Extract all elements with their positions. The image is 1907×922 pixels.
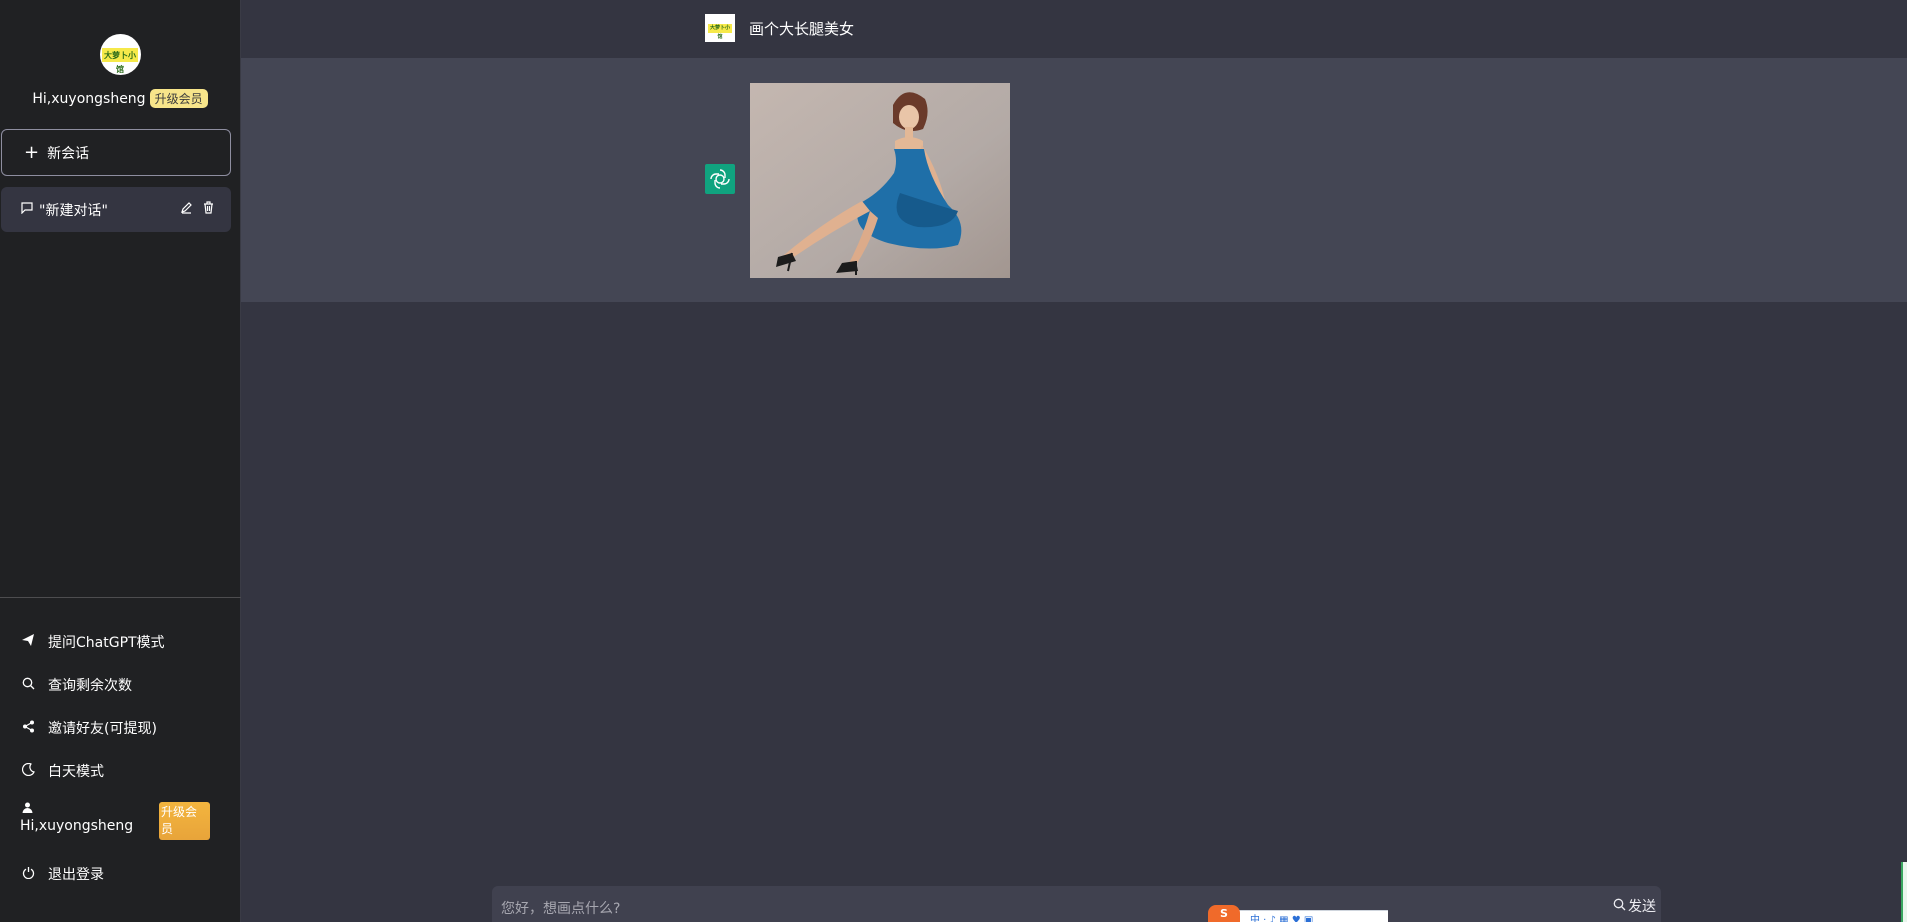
user-avatar: 大萝卜小馆 [705, 14, 735, 42]
edge-widget[interactable] [1901, 862, 1907, 922]
conversation-item[interactable]: "新建对话" [1, 187, 231, 232]
plus-icon: + [24, 141, 40, 163]
sidebar-divider [0, 597, 241, 598]
user-row: Hi,xuyongsheng 升级会员 [20, 802, 220, 842]
menu-day-mode-label: 白天模式 [48, 764, 104, 780]
send-button[interactable]: 发送 [1613, 896, 1656, 916]
user-avatar-text: 大萝卜小馆 [708, 23, 732, 40]
menu-ask-chatgpt-label: 提问ChatGPT模式 [48, 635, 165, 651]
paper-plane-icon [20, 633, 36, 651]
greeting-text: Hi,xuyongsheng [32, 90, 146, 107]
sidebar: 大萝卜小馆 Hi,xuyongsheng 升级会员 + 新会话 "新建对话" 提… [0, 0, 241, 922]
chatgpt-logo-icon [705, 164, 735, 194]
site-logo-text: 大萝卜小馆 [102, 47, 138, 74]
conversation-actions [180, 201, 215, 218]
search-icon [20, 677, 36, 694]
ime-toolbar-icons[interactable]: 中 · ♪ ▦ ♥ ▣ [1250, 911, 1313, 922]
share-icon [20, 720, 36, 737]
user-prompt: 画个大长腿美女 [749, 20, 855, 38]
menu-invite-friends-label: 邀请好友(可提现) [48, 721, 157, 737]
menu-query-remaining[interactable]: 查询剩余次数 [20, 675, 132, 695]
prompt-placeholder: 您好，想画点什么? [501, 901, 621, 917]
menu-query-remaining-label: 查询剩余次数 [48, 678, 132, 694]
menu-logout-label: 退出登录 [48, 867, 104, 883]
moon-icon [20, 762, 36, 780]
site-logo: 大萝卜小馆 [99, 34, 141, 75]
menu-logout[interactable]: 退出登录 [20, 864, 104, 884]
user-message-row: 大萝卜小馆 画个大长腿美女 [241, 0, 1907, 58]
greeting-row: Hi,xuyongsheng 升级会员 [0, 89, 240, 108]
chat-bubble-icon [21, 202, 33, 217]
menu-ask-chatgpt[interactable]: 提问ChatGPT模式 [20, 632, 165, 652]
profile-header: 大萝卜小馆 Hi,xuyongsheng 升级会员 [0, 0, 240, 108]
assistant-message-row [241, 58, 1907, 302]
conversation-title: "新建对话" [39, 202, 108, 219]
upgrade-button[interactable]: 升级会员 [159, 802, 210, 840]
user-icon [22, 802, 33, 816]
send-icon [1613, 898, 1626, 915]
menu-invite-friends[interactable]: 邀请好友(可提现) [20, 718, 157, 738]
vip-badge[interactable]: 升级会员 [149, 89, 208, 108]
send-label: 发送 [1628, 899, 1656, 915]
new-chat-label: 新会话 [47, 145, 90, 162]
menu-day-mode[interactable]: 白天模式 [20, 761, 104, 781]
prompt-input[interactable]: 您好，想画点什么? 发送 [492, 886, 1661, 922]
edit-icon[interactable] [180, 201, 193, 218]
power-icon [20, 866, 36, 883]
trash-icon[interactable] [202, 201, 215, 218]
generated-image[interactable] [750, 83, 1010, 278]
user-name: Hi,xuyongsheng [20, 818, 134, 834]
new-chat-button[interactable]: + 新会话 [1, 129, 231, 176]
ime-logo-icon[interactable]: S [1208, 905, 1240, 922]
